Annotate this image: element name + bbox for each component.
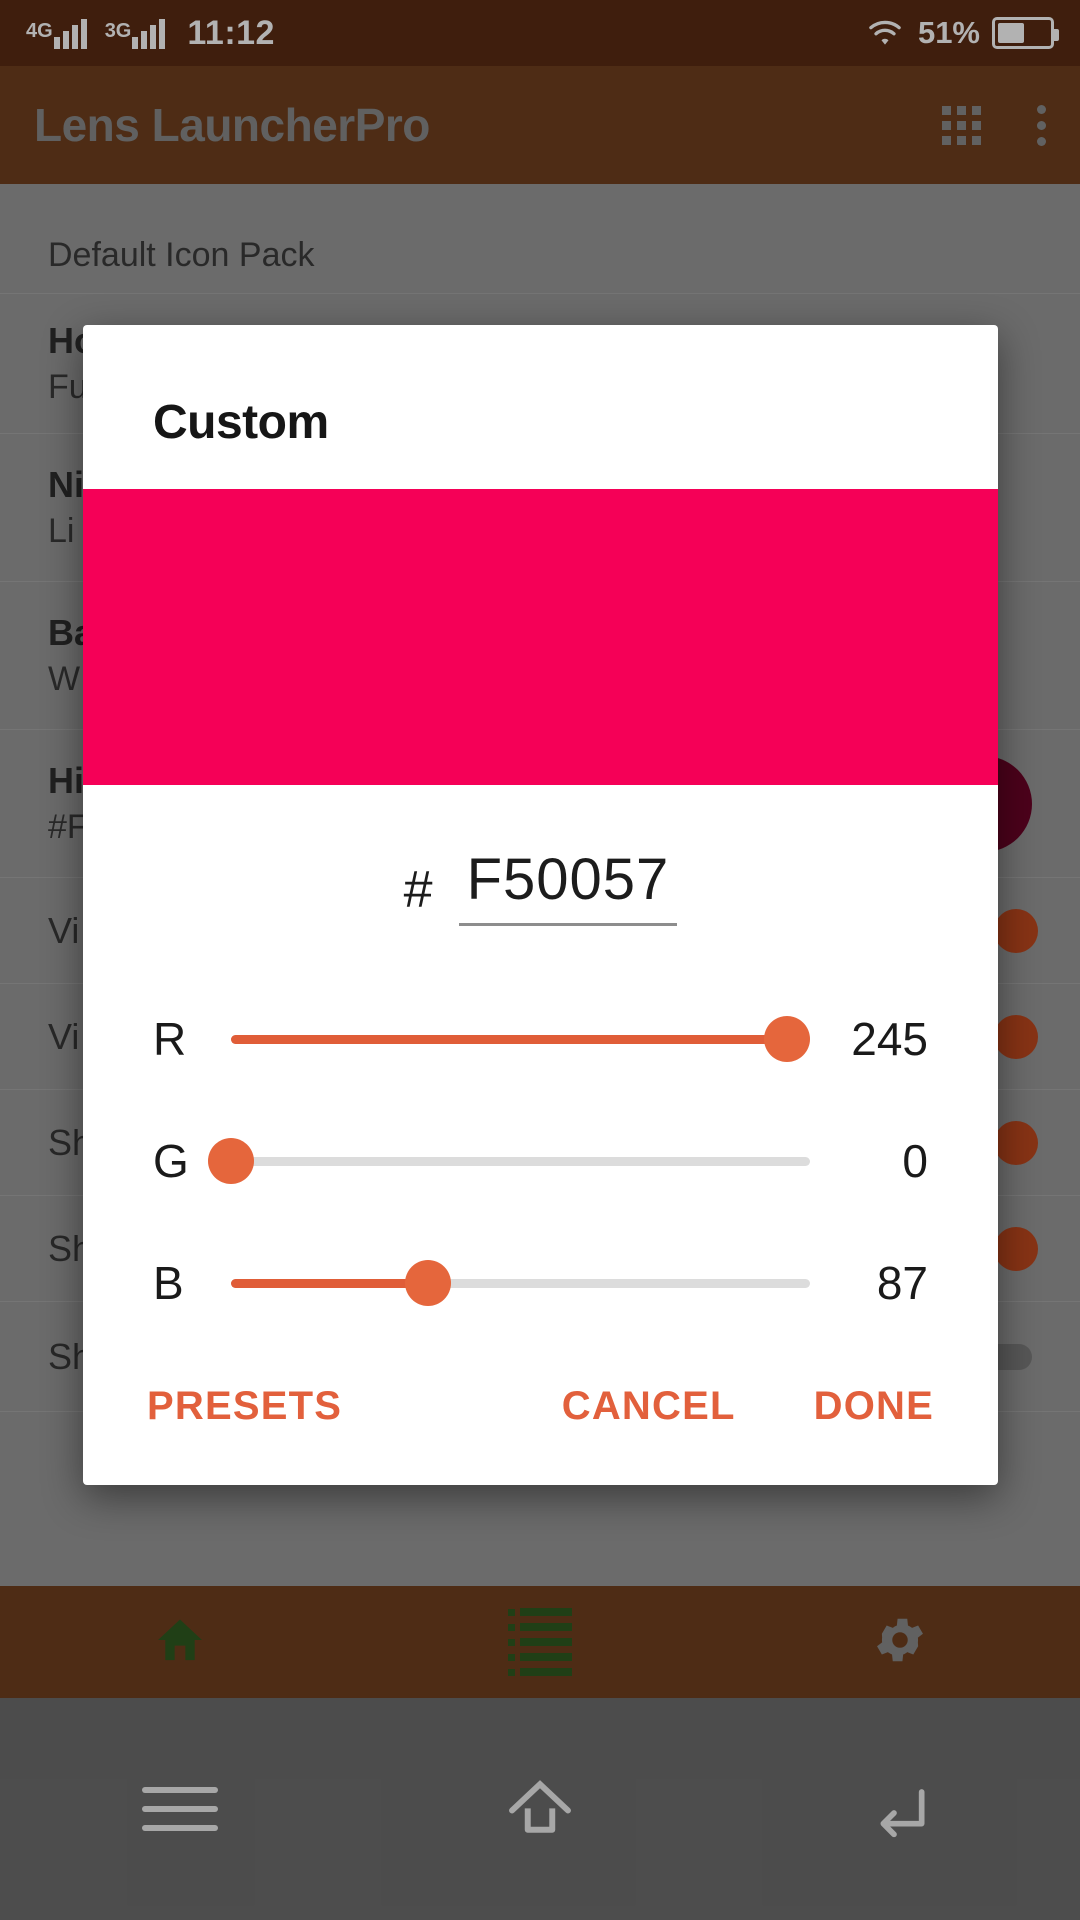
slider-green[interactable] [208, 1131, 810, 1191]
dialog-title: Custom [153, 396, 329, 449]
slider-blue[interactable] [231, 1253, 810, 1313]
slider-red[interactable] [231, 1009, 810, 1069]
rgb-sliders: R 245 G 0 B 87 [83, 926, 998, 1344]
slider-row-red: R 245 [153, 978, 928, 1100]
channel-value-b: 87 [876, 1257, 928, 1309]
color-picker-dialog: Custom # F50057 R 245 G 0 B 87 PRESETS C… [83, 325, 998, 1485]
slider-track-fill [231, 1278, 428, 1288]
channel-value-r: 245 [851, 1013, 928, 1065]
slider-row-blue: B 87 [153, 1222, 928, 1344]
slider-track-fill [231, 1034, 787, 1044]
slider-row-green: G 0 [153, 1100, 928, 1222]
hash-prefix-label: # [403, 861, 433, 919]
hex-input-row: # F50057 [83, 785, 998, 926]
channel-label-r: R [153, 1013, 187, 1065]
presets-button[interactable]: PRESETS [147, 1384, 342, 1429]
done-button[interactable]: DONE [814, 1384, 934, 1429]
hex-input[interactable]: F50057 [458, 851, 678, 926]
dialog-actions: PRESETS CANCEL DONE [83, 1344, 998, 1485]
slider-thumb[interactable] [763, 1016, 810, 1062]
cancel-button[interactable]: CANCEL [562, 1384, 736, 1429]
slider-track-bg [231, 1156, 810, 1166]
channel-value-g: 0 [902, 1135, 928, 1187]
channel-label-b: B [153, 1257, 184, 1309]
slider-thumb[interactable] [208, 1138, 254, 1184]
slider-thumb[interactable] [404, 1260, 451, 1306]
color-preview-swatch [83, 489, 998, 785]
